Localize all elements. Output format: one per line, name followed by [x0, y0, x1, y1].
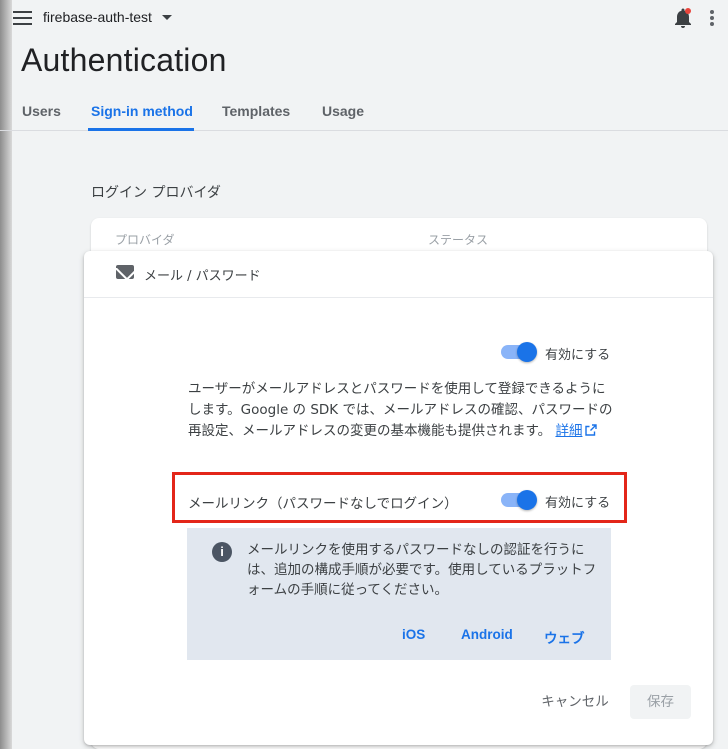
provider-description: ユーザーがメールアドレスとパスワードを使用して登録できるようにします。Googl… [188, 379, 618, 442]
caret-down-icon[interactable] [162, 15, 172, 20]
highlight-box [172, 472, 627, 523]
enable-toggle-label: 有効にする [545, 348, 611, 363]
save-button[interactable]: 保存 [630, 685, 691, 719]
platform-link-ios[interactable]: iOS [402, 627, 425, 642]
external-link-icon [585, 424, 598, 436]
tab-usage[interactable]: Usage [322, 103, 364, 119]
hamburger-menu-icon[interactable] [13, 11, 32, 25]
page-title: Authentication [21, 42, 227, 78]
info-icon: i [212, 542, 232, 562]
info-text: メールリンクを使用するパスワードなしの認証を行うには、追加の構成手順が必要です。… [247, 542, 597, 598]
description-text: ユーザーがメールアドレスとパスワードを使用して登録できるようにします。Googl… [188, 381, 613, 439]
active-tab-indicator [88, 128, 194, 131]
column-header-provider: プロバイダ [115, 233, 175, 247]
more-options-icon[interactable] [710, 10, 714, 26]
panel-title: メール / パスワード [144, 269, 261, 284]
tab-templates[interactable]: Templates [222, 103, 290, 119]
column-header-status: ステータス [428, 233, 489, 247]
enable-email-password-toggle[interactable] [501, 341, 537, 363]
section-title: ログイン プロバイダ [91, 185, 221, 201]
notification-bell-icon[interactable] [673, 7, 693, 29]
mail-icon [116, 265, 134, 279]
cancel-button[interactable]: キャンセル [530, 685, 620, 719]
top-bar: firebase-auth-test [0, 0, 728, 36]
platform-link-web[interactable]: ウェブ [544, 627, 585, 647]
panel-header: メール / パスワード [84, 251, 713, 298]
tab-bar: Users Sign-in method Templates Usage [0, 96, 728, 131]
info-box: i メールリンクを使用するパスワードなしの認証を行うには、追加の構成手順が必要で… [187, 528, 611, 660]
project-selector[interactable]: firebase-auth-test [43, 9, 152, 25]
tab-sign-in-method[interactable]: Sign-in method [91, 103, 193, 119]
tab-users[interactable]: Users [22, 103, 61, 119]
platform-link-android[interactable]: Android [461, 627, 513, 642]
details-link[interactable]: 詳細 [555, 423, 598, 439]
